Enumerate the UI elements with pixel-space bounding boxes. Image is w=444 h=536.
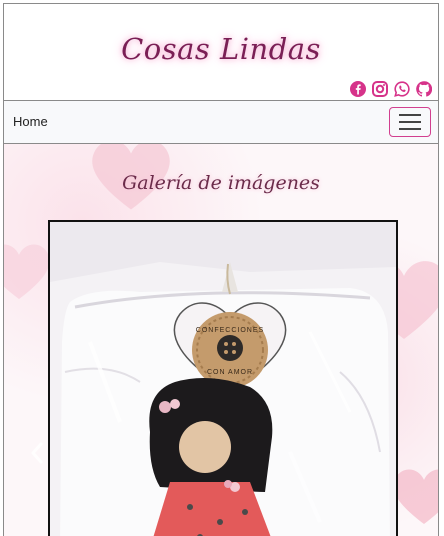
- gallery-carousel-image[interactable]: CONFECCIONES CON AMOR: [48, 220, 398, 536]
- tag-text-bottom: CON AMOR: [207, 369, 253, 376]
- github-icon[interactable]: [416, 81, 432, 97]
- tag-text-top: CONFECCIONES: [196, 327, 264, 334]
- gallery-title: Galería de imágenes: [122, 172, 320, 194]
- doll-photo: CONFECCIONES CON AMOR: [50, 222, 396, 536]
- instagram-icon[interactable]: [372, 81, 388, 97]
- hamburger-menu-icon: [399, 114, 421, 116]
- whatsapp-icon[interactable]: [394, 81, 410, 97]
- facebook-icon[interactable]: [350, 81, 366, 97]
- hamburger-menu-icon: [399, 121, 421, 123]
- heart-decoration-icon: [4, 244, 50, 299]
- social-links: [350, 81, 432, 97]
- main-navbar: Home: [4, 101, 438, 144]
- site-header: Cosas Lindas: [4, 4, 438, 101]
- site-brand[interactable]: Cosas Lindas: [4, 32, 438, 66]
- gallery-section: Galería de imágenes CONFECCIONES CON AMO…: [4, 144, 438, 536]
- nav-home-link[interactable]: Home: [13, 114, 48, 129]
- navbar-toggler-button[interactable]: [389, 107, 431, 137]
- carousel-prev-icon[interactable]: [30, 442, 44, 464]
- hamburger-menu-icon: [399, 128, 421, 130]
- page-frame: Cosas Lindas Home Galería de imágenes CO…: [3, 3, 439, 536]
